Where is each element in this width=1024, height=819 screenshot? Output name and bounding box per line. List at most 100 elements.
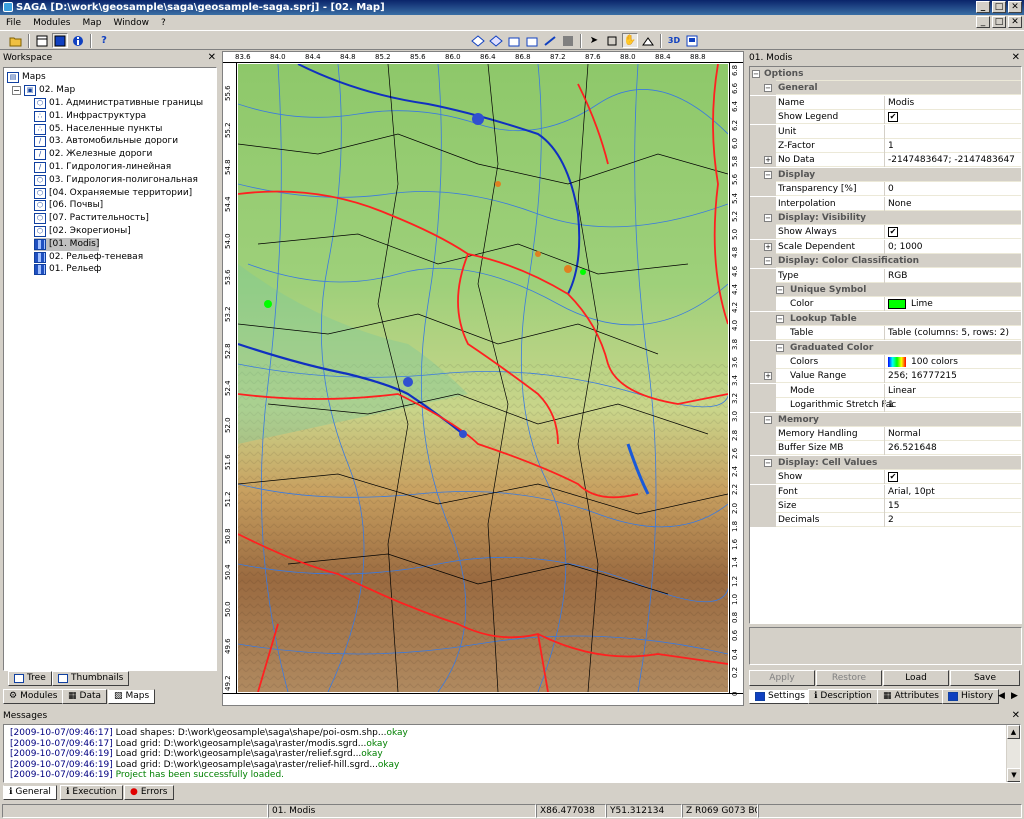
property-value[interactable]: 0; 1000 [888, 240, 923, 254]
zoom-tool-icon[interactable] [604, 33, 620, 48]
messages-scrollbar[interactable]: ▲ ▼ [1006, 725, 1020, 782]
mdi-close-button[interactable]: ✕ [1008, 16, 1022, 28]
tab-tree[interactable]: Tree [8, 671, 52, 686]
property-value[interactable]: Modis [888, 96, 914, 110]
tab-history[interactable]: History [942, 689, 1000, 704]
property-row[interactable]: Show Legend ✔ [750, 110, 1021, 125]
layer-item[interactable]: ∕ 02. Железные дороги [34, 148, 152, 161]
minimize-button[interactable]: _ [976, 1, 990, 13]
open-folder-icon[interactable] [8, 33, 24, 48]
property-row[interactable]: Z-Factor 1 [750, 139, 1021, 153]
property-value[interactable]: 100 colors [888, 355, 958, 369]
restore-button[interactable]: Restore [816, 670, 882, 686]
close-icon[interactable]: ✕ [1012, 51, 1020, 65]
tab-description[interactable]: ℹ Description [808, 689, 878, 704]
collapse-icon[interactable]: − [776, 314, 784, 323]
select-arrow-icon[interactable]: ➤ [586, 33, 602, 48]
property-value[interactable]: Linear [888, 384, 916, 398]
map-canvas[interactable] [238, 64, 728, 692]
tab-maps[interactable]: ▧ Maps [108, 689, 156, 704]
property-value[interactable]: 26.521648 [888, 441, 937, 455]
checkbox[interactable]: ✔ [888, 471, 898, 482]
tab-data[interactable]: ▦ Data [62, 689, 108, 704]
property-value[interactable]: 2 [888, 513, 894, 527]
tab-scroll-right-icon[interactable]: ▶ [1011, 691, 1018, 701]
property-value[interactable]: 1 [888, 139, 894, 153]
zoom-full-icon[interactable] [470, 33, 486, 48]
property-value[interactable]: 256; 16777215 [888, 369, 957, 383]
tab-general[interactable]: ℹ General [3, 785, 57, 800]
property-row[interactable]: Memory Handling Normal [750, 427, 1021, 441]
synchronize-icon[interactable] [542, 33, 558, 48]
checkbox[interactable]: ✔ [888, 226, 898, 237]
mdi-restore-button[interactable]: □ [992, 16, 1006, 28]
collapse-icon[interactable]: − [764, 170, 772, 179]
collapse-icon[interactable]: − [12, 86, 21, 95]
close-icon[interactable]: ✕ [1012, 709, 1020, 723]
property-value[interactable]: 0 [888, 182, 894, 196]
layer-item[interactable]: ⬡ 01. Административные границы [34, 97, 203, 110]
property-value[interactable]: Normal [888, 427, 921, 441]
help-icon[interactable]: ? [96, 33, 112, 48]
property-row[interactable]: Unit [750, 124, 1021, 139]
menu-window[interactable]: Window [113, 18, 149, 28]
property-value[interactable]: ✔ [888, 110, 898, 124]
layer-item[interactable]: [01. Modis] [34, 237, 100, 251]
property-row[interactable]: Size 15 [750, 499, 1021, 513]
tab-attributes[interactable]: ▦ Attributes [877, 689, 945, 704]
menu-help[interactable]: ? [161, 18, 166, 28]
collapse-icon[interactable]: − [764, 257, 772, 266]
property-row[interactable]: + Value Range 256; 16777215 [750, 369, 1021, 384]
scroll-down-icon[interactable]: ▼ [1007, 768, 1020, 782]
object-properties-icon[interactable] [52, 33, 68, 48]
tab-settings[interactable]: Settings [749, 689, 811, 704]
3d-view-icon[interactable]: 3D [666, 33, 682, 48]
tab-scroll-left-icon[interactable]: ◀ [998, 691, 1005, 701]
expand-icon[interactable]: + [764, 156, 772, 165]
property-row[interactable]: Type RGB [750, 268, 1021, 283]
close-icon[interactable]: ✕ [208, 51, 216, 65]
property-row[interactable]: Decimals 2 [750, 513, 1021, 528]
mdi-minimize-button[interactable]: _ [976, 16, 990, 28]
tab-errors[interactable]: ● Errors [124, 785, 174, 800]
zoom-back-icon[interactable] [506, 33, 522, 48]
property-value[interactable]: ✔ [888, 225, 898, 239]
tree-map-node[interactable]: − ▣ 02. Map [12, 84, 75, 97]
layer-item[interactable]: ⬡ 03. Гидрология-полигональная [34, 174, 198, 187]
workspace-toggle-icon[interactable] [34, 33, 50, 48]
info-icon[interactable] [70, 33, 86, 48]
layout-icon[interactable] [684, 33, 700, 48]
collapse-icon[interactable]: − [764, 214, 772, 222]
tree-root-maps[interactable]: ▤ Maps [7, 71, 46, 84]
zoom-selection-icon[interactable] [560, 33, 576, 48]
expand-icon[interactable]: + [764, 242, 772, 251]
menu-modules[interactable]: Modules [33, 18, 70, 28]
property-value[interactable]: None [888, 197, 911, 211]
property-value[interactable]: 1 [888, 398, 894, 412]
property-row[interactable]: Font Arial, 10pt [750, 484, 1021, 499]
property-row[interactable]: Name Modis [750, 95, 1021, 110]
tab-thumbnails[interactable]: Thumbnails [52, 671, 130, 686]
layer-item[interactable]: ⬡ [07. Растительность] [34, 212, 149, 225]
property-row[interactable]: + No Data -2147483647; -2147483647 [750, 153, 1021, 168]
zoom-forward-icon[interactable] [524, 33, 540, 48]
property-value[interactable]: 15 [888, 499, 899, 513]
pan-hand-icon[interactable]: ✋ [622, 33, 638, 48]
layer-item[interactable]: ∴ 05. Населенные пункты [34, 123, 162, 136]
maximize-button[interactable]: □ [992, 1, 1006, 13]
property-row[interactable]: Table Table (columns: 5, rows: 2) [750, 326, 1021, 341]
collapse-icon[interactable]: − [764, 415, 772, 424]
measure-distance-icon[interactable] [640, 33, 656, 48]
layer-item[interactable]: ⬡ [06. Почвы] [34, 199, 103, 212]
property-value[interactable]: ✔ [888, 470, 898, 484]
scroll-up-icon[interactable]: ▲ [1007, 725, 1020, 739]
menu-map[interactable]: Map [82, 18, 101, 28]
property-row[interactable]: Color Lime [750, 297, 1021, 312]
property-row[interactable]: Buffer Size MB 26.521648 [750, 441, 1021, 456]
save-button[interactable]: Save [950, 670, 1020, 686]
collapse-icon[interactable]: − [764, 84, 772, 93]
collapse-icon[interactable]: − [764, 458, 772, 467]
layer-item[interactable]: ∴ 01. Инфраструктура [34, 110, 146, 123]
apply-button[interactable]: Apply [749, 670, 815, 686]
collapse-icon[interactable]: − [776, 286, 784, 294]
